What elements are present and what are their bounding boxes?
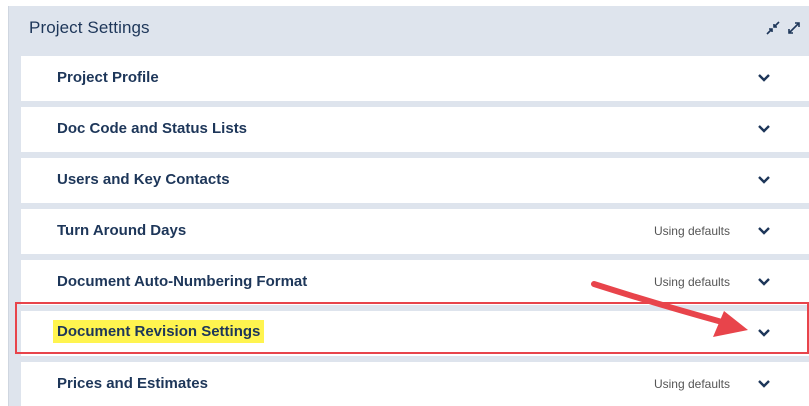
section-status: Using defaults [653, 224, 730, 238]
section-document-auto-numbering-format[interactable]: Document Auto-Numbering Format Using def… [21, 260, 809, 305]
section-label: Prices and Estimates [57, 375, 208, 392]
chevron-down-icon[interactable] [757, 378, 771, 390]
section-document-revision-settings[interactable]: Document Revision Settings [21, 311, 809, 356]
chevron-down-icon[interactable] [757, 276, 771, 288]
section-label: Users and Key Contacts [57, 171, 230, 188]
section-label: Doc Code and Status Lists [57, 120, 248, 137]
project-settings-panel: Project Settings Project Profile Doc Cod… [8, 6, 809, 406]
page: Project Settings Project Profile Doc Cod… [0, 0, 809, 406]
expand-all-icon[interactable] [786, 20, 802, 36]
chevron-down-icon[interactable] [757, 225, 771, 237]
section-users-key-contacts[interactable]: Users and Key Contacts [21, 158, 809, 203]
chevron-down-icon[interactable] [757, 327, 771, 339]
chevron-down-icon[interactable] [757, 72, 771, 84]
panel-header: Project Settings [9, 6, 809, 52]
section-doc-code-status-lists[interactable]: Doc Code and Status Lists [21, 107, 809, 152]
collapse-all-icon[interactable] [765, 20, 781, 36]
chevron-down-icon[interactable] [757, 174, 771, 186]
section-label: Document Revision Settings [53, 320, 265, 343]
section-project-profile[interactable]: Project Profile [21, 56, 809, 101]
section-prices-and-estimates[interactable]: Prices and Estimates Using defaults [21, 362, 809, 406]
section-status: Using defaults [653, 377, 730, 391]
section-label: Project Profile [57, 69, 159, 86]
panel-title: Project Settings [29, 18, 150, 37]
section-label: Turn Around Days [57, 222, 187, 239]
section-turn-around-days[interactable]: Turn Around Days Using defaults [21, 209, 809, 254]
chevron-down-icon[interactable] [757, 123, 771, 135]
section-status: Using defaults [653, 275, 730, 289]
section-label: Document Auto-Numbering Format [57, 273, 308, 290]
